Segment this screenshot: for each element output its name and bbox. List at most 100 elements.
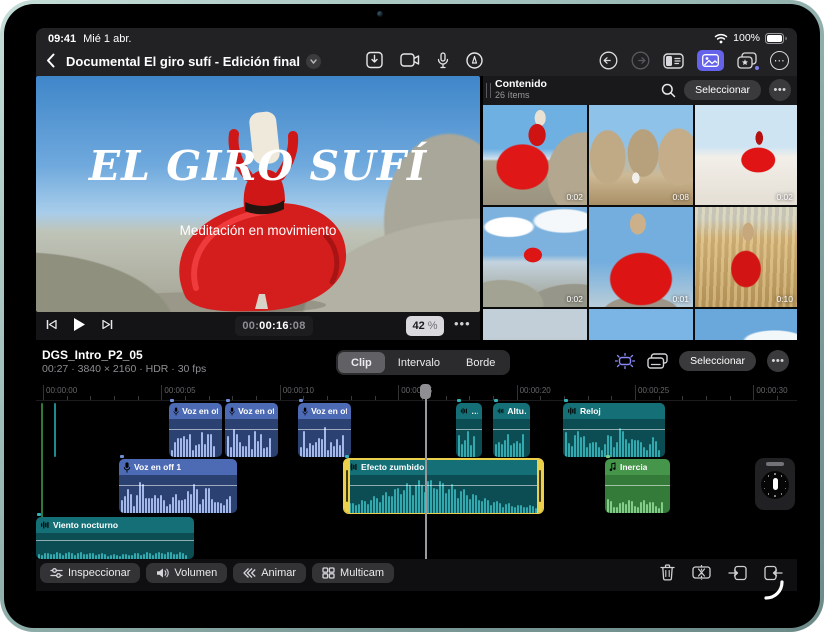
media-item-dancer-close[interactable]: 0:01 (589, 207, 693, 307)
delete-button[interactable] (660, 564, 675, 581)
clip-reloj[interactable]: Reloj (563, 403, 665, 457)
clip-start-marker (299, 399, 303, 402)
media-item-badlands-partial[interactable] (483, 309, 587, 340)
waveform-bar (269, 438, 271, 457)
segment-borde[interactable]: Borde (453, 352, 508, 373)
media-browser-button[interactable] (697, 50, 724, 71)
inspector-panel-button[interactable] (663, 53, 684, 69)
segment-clip[interactable]: Clip (338, 352, 385, 373)
insert-clip-button[interactable] (728, 565, 747, 581)
media-item-salt-flat[interactable]: 0:02 (695, 105, 797, 205)
video-viewer[interactable]: EL GIRO SUFÍ Meditación en movimiento (36, 76, 480, 312)
clip-start-marker (170, 399, 174, 402)
clip-header: … (456, 403, 482, 419)
magnetic-timeline-button[interactable] (614, 352, 636, 370)
viewer-zoom-control[interactable]: 42% (406, 316, 444, 336)
skip-back-button[interactable] (46, 319, 57, 330)
timeline-more-button[interactable]: ••• (767, 350, 789, 372)
waveform-bar (223, 505, 225, 513)
media-item-wheat-field[interactable]: 0:10 (695, 207, 797, 307)
connected-clips-button[interactable] (647, 353, 668, 369)
waveform-bar (230, 447, 232, 457)
clip-efecto-zumbido[interactable]: Efecto zumbido (344, 459, 543, 513)
clip-voz-en-off-1[interactable]: Voz en off 1 (119, 459, 237, 513)
viewer-more-button[interactable]: ••• (454, 316, 471, 331)
clip-inercia[interactable]: Inercia (605, 459, 670, 513)
volume-line[interactable] (169, 429, 222, 430)
undo-button[interactable] (599, 51, 618, 70)
clip-viento-nocturno[interactable]: Viento nocturno (36, 517, 194, 559)
volume-line[interactable] (563, 429, 665, 430)
waveform-bar (306, 448, 308, 457)
toolbar-more-button[interactable]: ⋯ (770, 51, 789, 70)
clip-altu-[interactable]: Altu… (493, 403, 530, 457)
waveform-bar (469, 499, 471, 513)
waveform-bar (157, 498, 159, 513)
clip-voz-en-off-2[interactable]: Voz en off 2 (169, 403, 222, 457)
draw-button[interactable] (466, 52, 483, 69)
volume-line[interactable] (456, 429, 482, 430)
split-clip-button[interactable] (692, 564, 711, 581)
animar-button[interactable]: Animar (233, 563, 306, 583)
clip-header: Voz en off 2 (225, 403, 278, 419)
jog-wheel[interactable] (755, 458, 795, 510)
volume-line[interactable] (36, 540, 194, 541)
jog-dial[interactable] (761, 471, 789, 499)
search-button[interactable] (661, 83, 676, 98)
waveform-bar (637, 507, 639, 513)
trim-handle-right[interactable] (537, 459, 543, 513)
trim-handle-left[interactable] (344, 459, 350, 513)
pane-drag-handle[interactable] (486, 83, 491, 98)
waveform-bar (201, 432, 203, 457)
timeline-ruler[interactable]: 00:00:0000:00:0500:00:1000:00:1500:00:20… (36, 384, 797, 401)
waveform-bar (361, 500, 363, 513)
timecode-display[interactable]: 00:00:16:08 (235, 316, 313, 336)
status-left: 09:41Mié 1 abr. (48, 33, 131, 45)
volumen-button[interactable]: Volumen (146, 563, 227, 583)
import-icon (366, 51, 383, 69)
browser-header: Contenido 26 ítems Seleccionar ••• (483, 76, 797, 105)
media-item-hat-profile[interactable] (589, 309, 693, 340)
media-item-badlands-clouds[interactable]: 0:02 (483, 207, 587, 307)
browser-title-block: Contenido 26 ítems (495, 79, 547, 100)
waveform-bar (193, 484, 195, 513)
record-video-button[interactable] (400, 53, 420, 67)
timeline-select-button[interactable]: Seleccionar (679, 351, 756, 371)
waveform-bar (339, 445, 341, 457)
record-audio-button[interactable] (437, 52, 449, 69)
media-item-cappadocia[interactable]: 0:08 (589, 105, 693, 205)
volume-line[interactable] (493, 429, 530, 430)
ruler-tick (659, 396, 660, 400)
playhead[interactable] (425, 384, 427, 559)
skip-forward-button[interactable] (102, 319, 113, 330)
effects-button[interactable] (737, 52, 757, 69)
ruler-tick (588, 396, 589, 400)
volume-line[interactable] (225, 429, 278, 430)
dial-dot (764, 481, 766, 483)
jog-wheel-handle[interactable] (766, 462, 784, 466)
play-button[interactable] (73, 317, 86, 332)
volume-line[interactable] (119, 485, 237, 486)
back-button[interactable] (46, 53, 55, 68)
multicam-button[interactable]: Multicam (312, 563, 394, 583)
import-button[interactable] (366, 51, 383, 69)
project-title-row[interactable]: Documental El giro sufí - Edición final (66, 54, 321, 69)
segment-intervalo[interactable]: Intervalo (385, 352, 453, 373)
redo-button[interactable] (631, 51, 650, 70)
clip-voz-en-off-3[interactable]: Voz en off 3 (298, 403, 351, 457)
title-dropdown-button[interactable] (306, 54, 321, 69)
playhead-grip[interactable] (420, 384, 431, 399)
media-item-dancer-rocks[interactable]: 0:02 (483, 105, 587, 205)
browser-select-button[interactable]: Seleccionar (684, 80, 761, 100)
clip--[interactable]: … (456, 403, 482, 457)
volume-line[interactable] (344, 485, 543, 486)
inspeccionar-button[interactable]: Inspeccionar (40, 563, 140, 583)
volume-line[interactable] (298, 429, 351, 430)
browser-more-button[interactable]: ••• (769, 79, 791, 101)
volume-line[interactable] (605, 485, 670, 486)
media-item-sky-clouds[interactable] (695, 309, 797, 340)
clip-voz-en-off-2[interactable]: Voz en off 2 (225, 403, 278, 457)
waveform-bar (266, 447, 268, 457)
split-clip-icon (692, 564, 711, 581)
overwrite-clip-button[interactable] (764, 565, 783, 581)
